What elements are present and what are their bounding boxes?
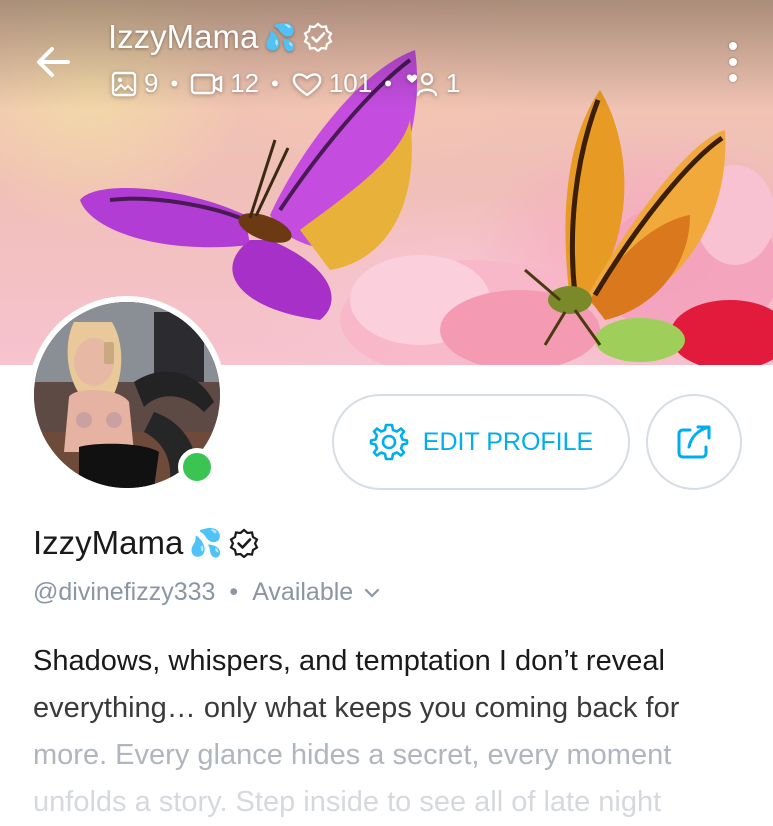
bio-line: more. Every glance hides a secret, every… xyxy=(33,739,672,771)
fans-count: 1 xyxy=(445,68,461,98)
bio-line: Shadows, whispers, and temptation I don’… xyxy=(33,645,665,677)
sweat-drops-emoji: 💦 xyxy=(189,528,223,558)
back-button[interactable] xyxy=(32,40,76,84)
handle-row: @divinefizzy333 • Available xyxy=(33,578,381,607)
share-icon xyxy=(677,425,711,459)
stat-fans: 1 xyxy=(404,68,460,99)
video-icon xyxy=(190,73,223,94)
profile-handle: @divinefizzy333 xyxy=(33,578,216,606)
availability-dropdown[interactable]: Available xyxy=(252,578,381,607)
gear-icon xyxy=(369,423,409,461)
profile-name: IzzyMama 💦 xyxy=(33,524,259,562)
image-icon xyxy=(111,71,137,96)
verified-badge-icon xyxy=(229,528,259,558)
online-status-dot xyxy=(178,448,216,486)
profile-stats: 9 • 12 • 101 • 1 xyxy=(110,68,460,99)
videos-count: 12 xyxy=(230,68,260,98)
chevron-down-icon xyxy=(365,588,380,597)
header-title: IzzyMama 💦 xyxy=(108,18,333,56)
edit-profile-label: EDIT PROFILE xyxy=(422,427,594,456)
header-title-text: IzzyMama xyxy=(108,18,259,55)
arrow-left-icon xyxy=(37,47,70,77)
stat-videos: 12 xyxy=(190,68,259,99)
stat-likes: 101 xyxy=(291,68,372,99)
availability-status: Available xyxy=(252,578,354,606)
heart-icon xyxy=(292,72,322,96)
bio-line: unfolds a story. Step inside to see all … xyxy=(33,786,662,818)
profile-bio: Shadows, whispers, and temptation I don’… xyxy=(33,638,748,826)
sweat-drops-emoji: 💦 xyxy=(264,21,297,52)
bio-line: everything… only what keeps you coming b… xyxy=(33,692,680,724)
more-options-button[interactable] xyxy=(721,42,745,82)
share-button[interactable] xyxy=(646,394,742,490)
fans-icon xyxy=(406,72,438,96)
photos-count: 9 xyxy=(144,68,159,98)
likes-count: 101 xyxy=(328,68,373,98)
verified-badge-icon xyxy=(303,22,333,52)
profile-name-text: IzzyMama xyxy=(33,524,184,561)
edit-profile-button[interactable]: EDIT PROFILE xyxy=(332,394,630,490)
stat-photos: 9 xyxy=(110,68,158,99)
